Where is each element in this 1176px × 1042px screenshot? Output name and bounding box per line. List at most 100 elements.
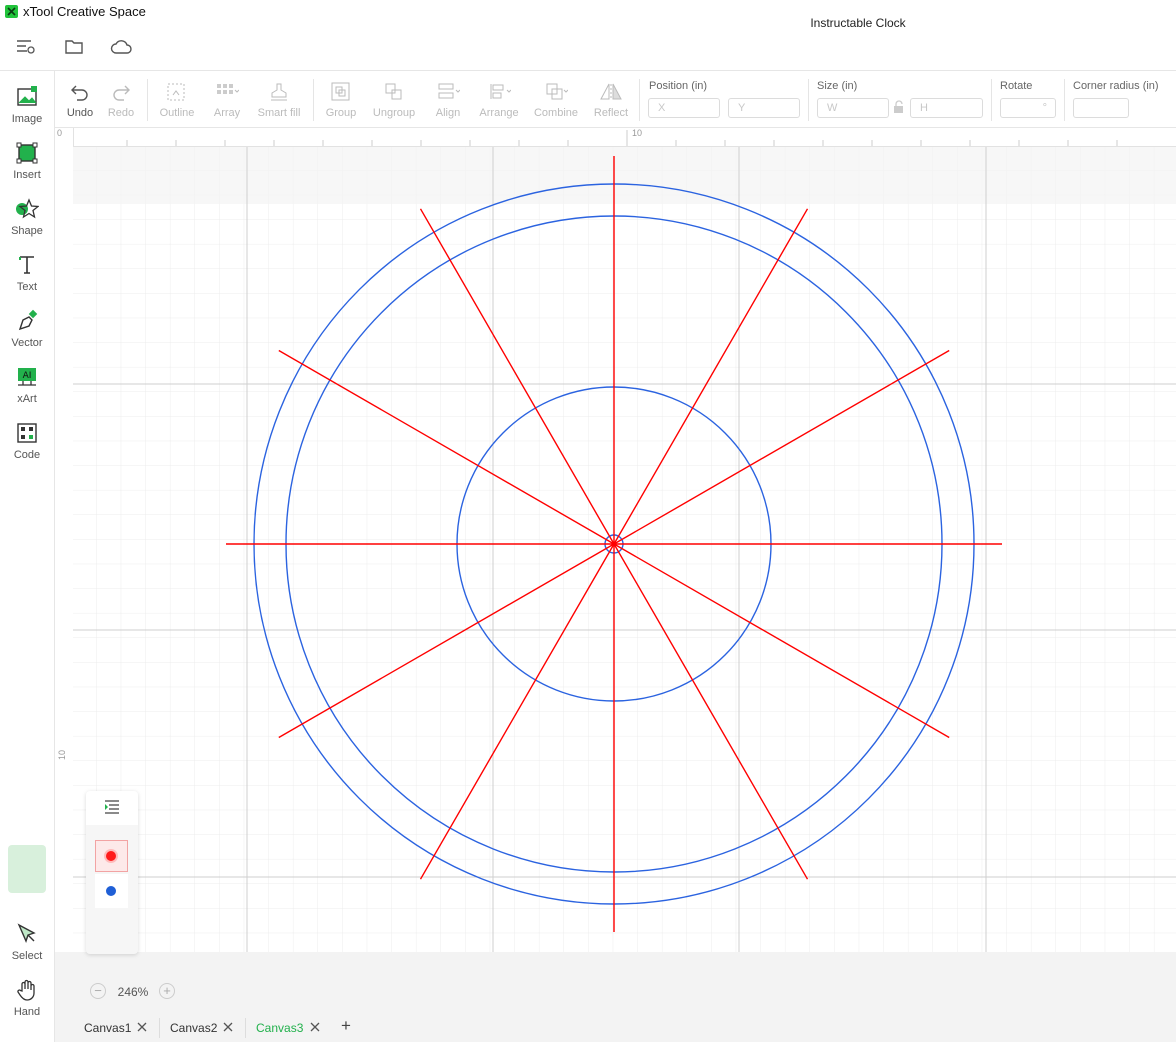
tool-text-label: Text xyxy=(16,281,38,293)
array-button[interactable]: Array xyxy=(205,79,249,125)
add-tab-button[interactable]: + xyxy=(337,1017,355,1035)
tool-hand[interactable]: Hand xyxy=(0,972,54,1024)
position-label: Position (in) xyxy=(649,80,708,92)
outline-label: Outline xyxy=(159,107,195,119)
document-title[interactable]: Instructable Clock xyxy=(758,16,958,30)
combine-button[interactable]: Combine xyxy=(530,79,582,125)
tool-hand-label: Hand xyxy=(13,1006,41,1018)
tool-code[interactable]: Code xyxy=(0,415,54,467)
shape-icon xyxy=(15,197,40,221)
smart-fill-button[interactable]: Smart fill xyxy=(254,79,304,125)
insert-icon xyxy=(15,141,39,165)
ruler-top-mark: 10 xyxy=(632,128,643,138)
zoom-in-button[interactable]: + xyxy=(159,983,175,999)
arrange-label: Arrange xyxy=(479,107,519,119)
zoom-level[interactable]: 246% xyxy=(112,985,154,999)
close-icon[interactable] xyxy=(135,1020,149,1034)
lock-icon[interactable] xyxy=(893,100,905,114)
tool-xart-label: xArt xyxy=(17,393,37,405)
tool-select-label: Select xyxy=(11,950,43,962)
tool-insert-label: Insert xyxy=(13,169,41,181)
smart-fill-icon xyxy=(267,81,291,103)
ungroup-label: Ungroup xyxy=(372,107,416,119)
align-label: Align xyxy=(435,107,461,119)
ungroup-icon xyxy=(382,81,406,103)
cursor-icon xyxy=(15,922,39,946)
tab-separator xyxy=(245,1018,246,1038)
arrange-icon xyxy=(487,81,512,103)
app-logo-icon xyxy=(5,5,18,18)
tool-image[interactable]: Image xyxy=(0,79,54,131)
tool-xart[interactable]: AI xArt xyxy=(0,359,54,411)
hand-icon xyxy=(15,978,39,1002)
group-label: Group xyxy=(325,107,357,119)
canvas-drawing[interactable] xyxy=(73,147,1176,952)
corner-radius-field[interactable] xyxy=(1073,98,1129,118)
toolbar-separator xyxy=(991,79,992,121)
tab-canvas1[interactable]: Canvas1 xyxy=(76,1014,158,1042)
undo-button[interactable]: Undo xyxy=(60,79,100,125)
canvas-footer xyxy=(55,952,1176,1014)
size-w-field[interactable]: W xyxy=(817,98,889,118)
align-button[interactable]: Align xyxy=(428,79,468,125)
close-icon[interactable] xyxy=(221,1020,235,1034)
combine-label: Combine xyxy=(533,107,579,119)
tool-vector[interactable]: Vector xyxy=(0,303,54,355)
folder-icon[interactable] xyxy=(63,36,85,58)
tool-insert[interactable]: Insert xyxy=(0,135,54,187)
arrange-button[interactable]: Arrange xyxy=(476,79,522,125)
tab-canvas2[interactable]: Canvas2 xyxy=(162,1014,244,1042)
corner-radius-label: Corner radius (in) xyxy=(1073,80,1159,92)
header-bar xyxy=(0,24,1176,71)
ruler-horizontal xyxy=(55,128,1176,147)
undo-icon xyxy=(68,81,92,103)
close-icon[interactable] xyxy=(308,1020,322,1034)
ungroup-button[interactable]: Ungroup xyxy=(368,79,420,125)
undo-label: Undo xyxy=(66,107,94,119)
toolbar-separator xyxy=(639,79,640,121)
reflect-label: Reflect xyxy=(593,107,629,119)
tab-canvas3[interactable]: Canvas3 xyxy=(248,1014,330,1042)
ruler-left-mark: 10 xyxy=(57,749,68,761)
ai-icon: AI xyxy=(15,365,39,389)
layer-list-icon[interactable] xyxy=(104,799,120,815)
tab-label: Canvas3 xyxy=(256,1021,304,1035)
layer-blue-color xyxy=(106,886,116,896)
layer-red-color xyxy=(106,851,116,861)
text-icon xyxy=(15,253,39,277)
app-title: xTool Creative Space xyxy=(23,4,146,19)
canvas-top-band xyxy=(73,147,1176,204)
zoom-out-button[interactable]: − xyxy=(90,983,106,999)
svg-text:AI: AI xyxy=(23,371,32,381)
outline-button[interactable]: Outline xyxy=(154,79,200,125)
combine-icon xyxy=(544,81,569,103)
redo-label: Redo xyxy=(107,107,135,119)
tool-text[interactable]: Text xyxy=(0,247,54,299)
position-y-field[interactable]: Y xyxy=(728,98,800,118)
group-icon xyxy=(329,81,353,103)
position-x-field[interactable]: X xyxy=(648,98,720,118)
smart-fill-label: Smart fill xyxy=(257,107,301,119)
align-icon xyxy=(436,81,461,103)
array-label: Array xyxy=(213,107,241,119)
design-canvas[interactable] xyxy=(73,147,1176,952)
redo-button[interactable]: Redo xyxy=(102,79,140,125)
reflect-button[interactable]: Reflect xyxy=(588,79,634,125)
tool-select[interactable]: Select xyxy=(0,916,54,968)
cloud-icon[interactable] xyxy=(110,36,132,58)
menu-settings-icon[interactable] xyxy=(15,36,37,58)
image-icon xyxy=(15,85,39,109)
title-bar xyxy=(0,0,1176,24)
ruler-vertical xyxy=(55,128,74,952)
group-button[interactable]: Group xyxy=(321,79,361,125)
tab-separator xyxy=(159,1018,160,1038)
outline-icon xyxy=(165,81,189,103)
qrcode-icon xyxy=(15,421,39,445)
toolbar-separator xyxy=(808,79,809,121)
rotate-field[interactable]: ° xyxy=(1000,98,1056,118)
toolbar-separator xyxy=(147,79,148,121)
tool-vector-label: Vector xyxy=(11,337,43,349)
size-h-field[interactable]: H xyxy=(910,98,983,118)
tool-shape[interactable]: Shape xyxy=(0,191,54,243)
size-label: Size (in) xyxy=(817,80,858,92)
